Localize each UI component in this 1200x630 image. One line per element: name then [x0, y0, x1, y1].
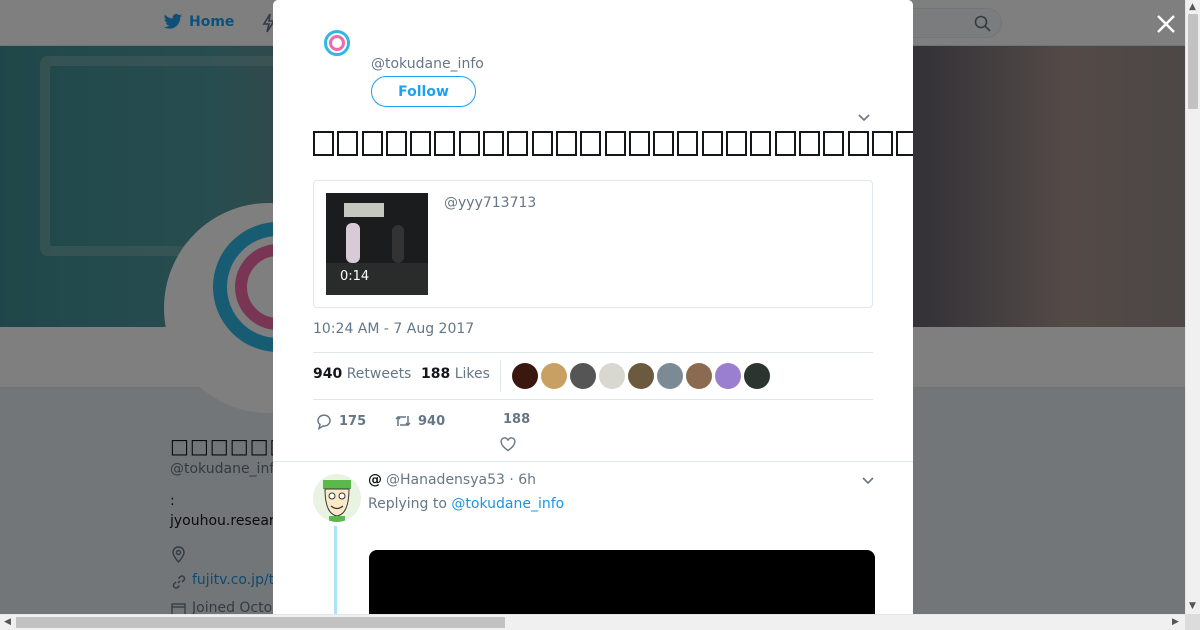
retweets-stat[interactable]: 940 Retweets — [313, 366, 411, 382]
liker-avatar[interactable] — [512, 363, 538, 389]
stats-separator — [500, 360, 501, 392]
retweet-icon — [395, 415, 411, 427]
follow-button[interactable]: Follow — [371, 76, 476, 107]
card-user: @yyy713713 — [444, 195, 537, 211]
liker-avatar[interactable] — [715, 363, 741, 389]
reply-icon — [317, 414, 331, 430]
author-handle[interactable]: @tokudane_info — [371, 56, 484, 72]
vertical-scroll-thumb[interactable] — [1188, 14, 1198, 109]
horizontal-scrollbar[interactable]: ◀ ▶ — [0, 614, 1185, 630]
scroll-up-arrow-icon[interactable]: ▲ — [1189, 2, 1196, 12]
replying-to: Replying to @tokudane_info — [368, 496, 564, 512]
retweet-count: 940 — [418, 413, 446, 429]
thread-line — [334, 526, 337, 614]
chevron-down-icon[interactable] — [857, 110, 871, 124]
liker-avatar[interactable] — [657, 363, 683, 389]
tweet-text-glyph — [896, 131, 913, 156]
tweet-text-glyph — [871, 131, 893, 156]
reply-count: 175 — [339, 413, 367, 429]
tweet-text-glyph — [507, 131, 529, 156]
video-duration: 0:14 — [340, 269, 370, 284]
liker-avatar[interactable] — [628, 363, 654, 389]
chevron-down-icon[interactable] — [861, 473, 875, 487]
scroll-right-arrow-icon[interactable]: ▶ — [1172, 617, 1179, 627]
liker-avatar[interactable] — [541, 363, 567, 389]
likes-count: 188 — [421, 366, 451, 382]
tweet-text-glyph — [361, 131, 383, 156]
tweet-text-glyph — [774, 131, 796, 156]
tweet-timestamp[interactable]: 10:24 AM - 7 Aug 2017 — [313, 321, 474, 337]
divider — [313, 352, 873, 353]
author-avatar[interactable] — [313, 28, 359, 74]
reply-action[interactable]: 175 — [315, 412, 366, 430]
thumb-person-2 — [392, 225, 404, 263]
reply-author-avatar[interactable] — [313, 474, 361, 522]
close-icon[interactable] — [1154, 12, 1178, 36]
reply-author-handle-time[interactable]: @Hanadensya53 · 6h — [386, 472, 536, 488]
tweet-text-glyph — [337, 131, 359, 156]
reply-media[interactable] — [369, 550, 875, 614]
tweet-text-glyph — [653, 131, 675, 156]
replying-to-link[interactable]: @tokudane_info — [451, 496, 564, 512]
likes-stat[interactable]: 188 Likes — [421, 366, 490, 382]
replying-prefix: Replying to — [368, 496, 447, 512]
tweet-text-glyph — [847, 131, 869, 156]
scroll-left-arrow-icon[interactable]: ◀ — [4, 617, 11, 627]
video-thumbnail[interactable]: 0:14 — [326, 193, 428, 295]
scroll-down-arrow-icon[interactable]: ▼ — [1189, 601, 1196, 611]
tweet-text — [313, 128, 913, 158]
tweet-text-glyph — [580, 131, 602, 156]
reply-author-name[interactable]: @ — [368, 472, 382, 488]
tweet-modal: @tokudane_info Follow 0:14 @yyy713713 10… — [273, 0, 913, 614]
tweet-text-glyph — [483, 131, 505, 156]
retweet-action[interactable]: 940 — [394, 412, 445, 430]
retweets-label: Retweets — [346, 366, 412, 382]
tweet-text-glyph — [555, 131, 577, 156]
tweet-text-glyph — [434, 131, 456, 156]
tweet-text-glyph — [628, 131, 650, 156]
tweet-text-glyph — [458, 131, 480, 156]
tweet-text-glyph — [677, 131, 699, 156]
tweet-text-glyph — [531, 131, 553, 156]
scrollbar-corner — [1185, 614, 1200, 630]
divider — [273, 461, 913, 462]
tweet-text-glyph — [798, 131, 820, 156]
thumb-person-1 — [346, 223, 360, 263]
liker-avatar[interactable] — [744, 363, 770, 389]
liker-avatar[interactable] — [599, 363, 625, 389]
tweet-text-glyph — [410, 131, 432, 156]
vertical-scrollbar[interactable]: ▲ ▼ — [1185, 0, 1200, 614]
tweet-text-glyph — [313, 131, 334, 156]
cartoon-face-icon — [323, 480, 351, 522]
media-card[interactable]: 0:14 @yyy713713 — [313, 180, 873, 308]
tweet-text-glyph — [701, 131, 723, 156]
horizontal-scroll-thumb[interactable] — [16, 617, 505, 628]
thumb-light — [344, 203, 384, 217]
liker-avatar[interactable] — [570, 363, 596, 389]
author-avatar-ring-inner — [329, 35, 345, 51]
like-count: 188 — [503, 412, 531, 427]
divider — [313, 399, 873, 400]
likes-label: Likes — [454, 366, 490, 382]
tweet-text-glyph — [604, 131, 626, 156]
liker-avatar[interactable] — [686, 363, 712, 389]
retweets-count: 940 — [313, 366, 343, 382]
like-count-action[interactable]: 188 — [503, 412, 530, 427]
heart-icon[interactable] — [500, 437, 516, 452]
tweet-text-glyph — [385, 131, 407, 156]
tweet-text-glyph — [750, 131, 772, 156]
tweet-text-glyph — [726, 131, 748, 156]
tweet-text-glyph — [823, 131, 845, 156]
